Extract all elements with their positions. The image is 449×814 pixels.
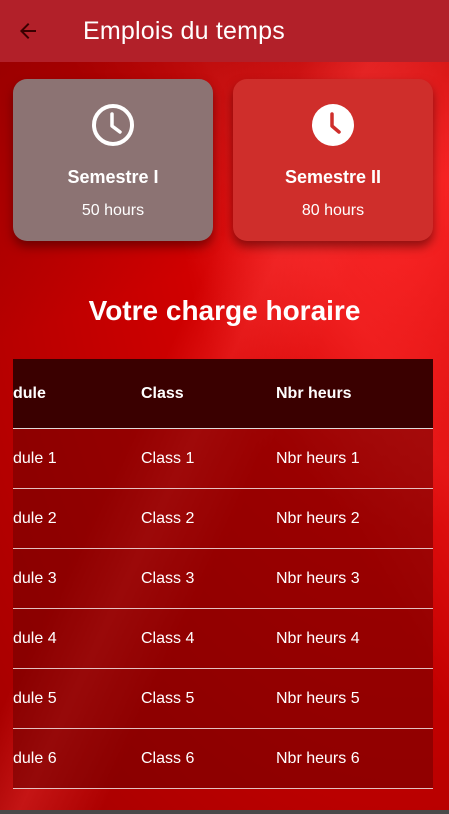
- cell-module: dule 2: [13, 509, 57, 527]
- table-row: dule 6 Class 6 Nbr heurs 6: [13, 729, 433, 789]
- header-module: dule: [13, 384, 46, 402]
- table-row: dule 1 Class 1 Nbr heurs 1: [13, 429, 433, 489]
- cell-class: Class 2: [141, 509, 195, 527]
- cell-class: Class 1: [141, 449, 195, 467]
- workload-table[interactable]: dule Class Nbr heurs dule 1 Class 1 Nbr …: [13, 359, 433, 814]
- table-row: dule 2 Class 2 Nbr heurs 2: [13, 489, 433, 549]
- semester-2-card[interactable]: Semestre II 80 hours: [233, 79, 433, 241]
- semester-1-card[interactable]: Semestre I 50 hours: [13, 79, 213, 241]
- cell-hours: Nbr heurs 5: [276, 689, 360, 707]
- section-title: Votre charge horaire: [88, 295, 361, 326]
- cell-hours: Nbr heurs 2: [276, 509, 360, 527]
- cell-hours: Nbr heurs 1: [276, 449, 360, 467]
- table-row: dule 4 Class 4 Nbr heurs 4: [13, 609, 433, 669]
- cell-class: Class 5: [141, 689, 195, 707]
- cell-module: dule 6: [13, 749, 57, 767]
- cell-class: Class 3: [141, 569, 195, 587]
- cell-module: dule 5: [13, 689, 57, 707]
- clock-filled-icon: [312, 104, 354, 146]
- arrow-left-icon: [20, 23, 36, 39]
- cell-module: dule 3: [13, 569, 57, 587]
- table-row: dule 5 Class 5 Nbr heurs 5: [13, 669, 433, 729]
- cell-class: Class 4: [141, 629, 195, 647]
- cell-hours: Nbr heurs 4: [276, 629, 360, 647]
- clock-outline-icon: [92, 104, 134, 146]
- cell-module: dule 1: [13, 449, 57, 467]
- bottom-edge: [0, 810, 449, 814]
- header-class: Class: [141, 384, 184, 402]
- semester-hours: 80 hours: [301, 202, 365, 219]
- table-row: dule 3 Class 3 Nbr heurs 3: [13, 549, 433, 609]
- cell-hours: Nbr heurs 3: [276, 569, 360, 587]
- semester-name: Semestre I: [67, 167, 159, 187]
- app-bar: Emplois du temps: [0, 0, 449, 62]
- page-title: Emplois du temps: [83, 16, 285, 45]
- header-hours: Nbr heurs: [276, 384, 352, 402]
- table-header: dule Class Nbr heurs: [13, 359, 433, 429]
- semester-hours: 50 hours: [81, 202, 145, 219]
- cell-module: dule 4: [13, 629, 57, 647]
- semester-cards: Semestre I 50 hours Semestre II 80 hours: [13, 79, 433, 241]
- cell-hours: Nbr heurs 6: [276, 749, 360, 767]
- semester-name: Semestre II: [284, 167, 382, 187]
- back-button[interactable]: [0, 3, 56, 59]
- cell-class: Class 6: [141, 749, 195, 767]
